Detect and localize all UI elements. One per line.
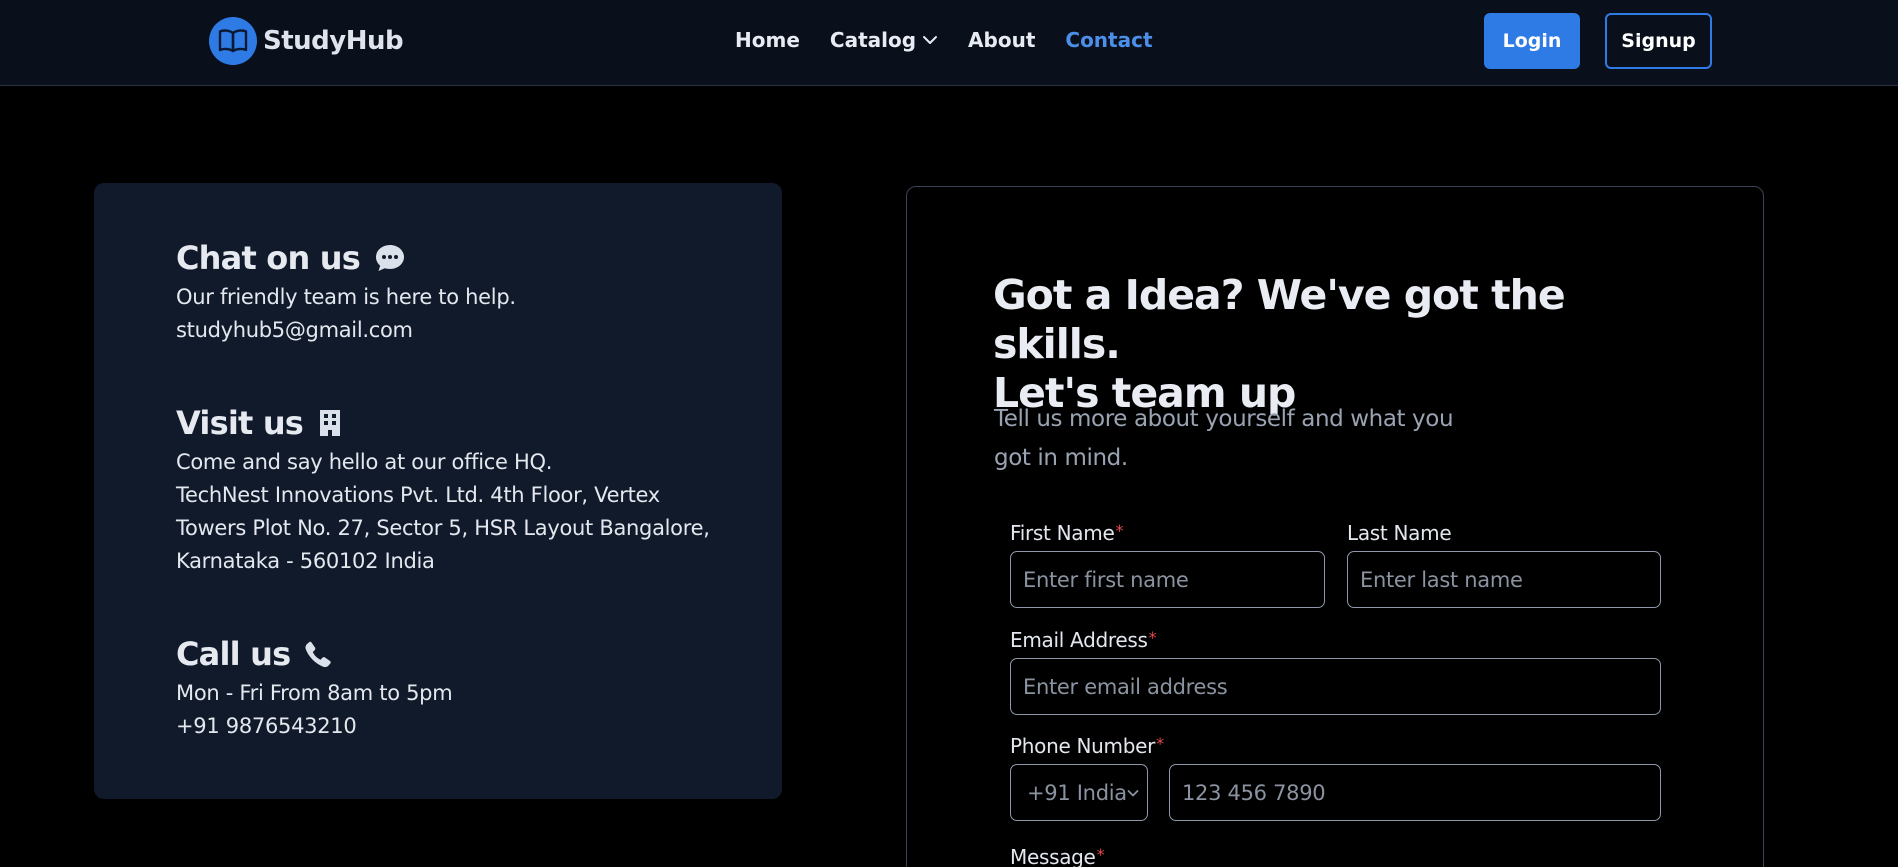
- chevron-down-icon: [1127, 789, 1139, 796]
- last-name-placeholder: Enter last name: [1360, 567, 1523, 592]
- chat-heading-text: Chat on us: [176, 239, 361, 277]
- nav-about[interactable]: About: [968, 28, 1035, 52]
- last-name-input[interactable]: Enter last name: [1347, 551, 1661, 608]
- phone-label-text: Phone Number: [1010, 734, 1156, 758]
- call-number[interactable]: +91 9876543210: [176, 710, 452, 743]
- call-heading: Call us: [176, 635, 452, 673]
- call-section: Call us Mon - Fri From 8am to 5pm +91 98…: [176, 635, 453, 743]
- form-title: Got a Idea? We've got the skills. Let's …: [993, 271, 1653, 418]
- chevron-down-icon: [923, 36, 938, 44]
- required-mark: *: [1115, 521, 1124, 540]
- country-code-select[interactable]: +91 India: [1010, 764, 1148, 821]
- phone-icon: [305, 641, 332, 668]
- chat-bubble-icon: [376, 245, 405, 271]
- phone-label: Phone Number*: [1010, 734, 1164, 758]
- chat-heading: Chat on us: [176, 239, 516, 277]
- form-title-line: Got a Idea? We've got the skills.: [993, 271, 1566, 368]
- visit-section: Visit us Come and say hello at our offic…: [176, 404, 710, 578]
- visit-line: Come and say hello at our office HQ.: [176, 450, 553, 474]
- logo[interactable]: StudyHub: [209, 17, 404, 65]
- address-line: Towers Plot No. 27, Sector 5, HSR Layout…: [176, 516, 710, 540]
- form-subtitle: Tell us more about yourself and what you…: [994, 400, 1474, 478]
- address-line: TechNest Innovations Pvt. Ltd. 4th Floor…: [176, 483, 660, 507]
- building-icon: [320, 410, 341, 436]
- visit-heading-text: Visit us: [176, 404, 304, 442]
- signup-button[interactable]: Signup: [1605, 13, 1712, 69]
- top-navbar: StudyHub Home Catalog About Contact Logi…: [0, 0, 1898, 86]
- first-name-input[interactable]: Enter first name: [1010, 551, 1325, 608]
- message-label: Message*: [1010, 845, 1105, 867]
- call-hours: Mon - Fri From 8am to 5pm: [176, 681, 453, 705]
- email-label: Email Address*: [1010, 628, 1157, 652]
- book-icon: [209, 17, 257, 65]
- call-heading-text: Call us: [176, 635, 291, 673]
- chat-email[interactable]: studyhub5@gmail.com: [176, 314, 516, 347]
- last-name-label-text: Last Name: [1347, 521, 1452, 545]
- brand-name: StudyHub: [263, 26, 404, 56]
- nav-contact[interactable]: Contact: [1065, 28, 1152, 52]
- chat-line: Our friendly team is here to help.: [176, 285, 516, 309]
- email-input[interactable]: Enter email address: [1010, 658, 1661, 715]
- login-button[interactable]: Login: [1484, 13, 1580, 69]
- form-subtitle-line: got in mind.: [994, 445, 1128, 471]
- email-label-text: Email Address: [1010, 628, 1148, 652]
- contact-info-card: Chat on us Our friendly team is here to …: [94, 183, 782, 799]
- form-subtitle-line: Tell us more about yourself and what you: [994, 406, 1454, 432]
- required-mark: *: [1096, 845, 1105, 864]
- email-placeholder: Enter email address: [1023, 674, 1228, 699]
- nav-home[interactable]: Home: [735, 28, 800, 52]
- first-name-label-text: First Name: [1010, 521, 1115, 545]
- phone-placeholder: 123 456 7890: [1182, 780, 1326, 805]
- visit-heading: Visit us: [176, 404, 710, 442]
- message-label-text: Message: [1010, 845, 1096, 867]
- first-name-label: First Name*: [1010, 521, 1123, 545]
- last-name-label: Last Name: [1347, 521, 1452, 545]
- country-code-value: +91 India: [1027, 780, 1127, 805]
- nav-links: Home Catalog About Contact: [735, 28, 1183, 52]
- nav-catalog[interactable]: Catalog: [830, 28, 938, 52]
- required-mark: *: [1156, 734, 1164, 753]
- address-line: Karnataka - 560102 India: [176, 549, 435, 573]
- chat-section: Chat on us Our friendly team is here to …: [176, 239, 516, 347]
- nav-catalog-label: Catalog: [829, 28, 917, 52]
- contact-form-card: Got a Idea? We've got the skills. Let's …: [906, 186, 1764, 867]
- phone-input[interactable]: 123 456 7890: [1169, 764, 1661, 821]
- first-name-placeholder: Enter first name: [1023, 567, 1189, 592]
- required-mark: *: [1148, 628, 1157, 647]
